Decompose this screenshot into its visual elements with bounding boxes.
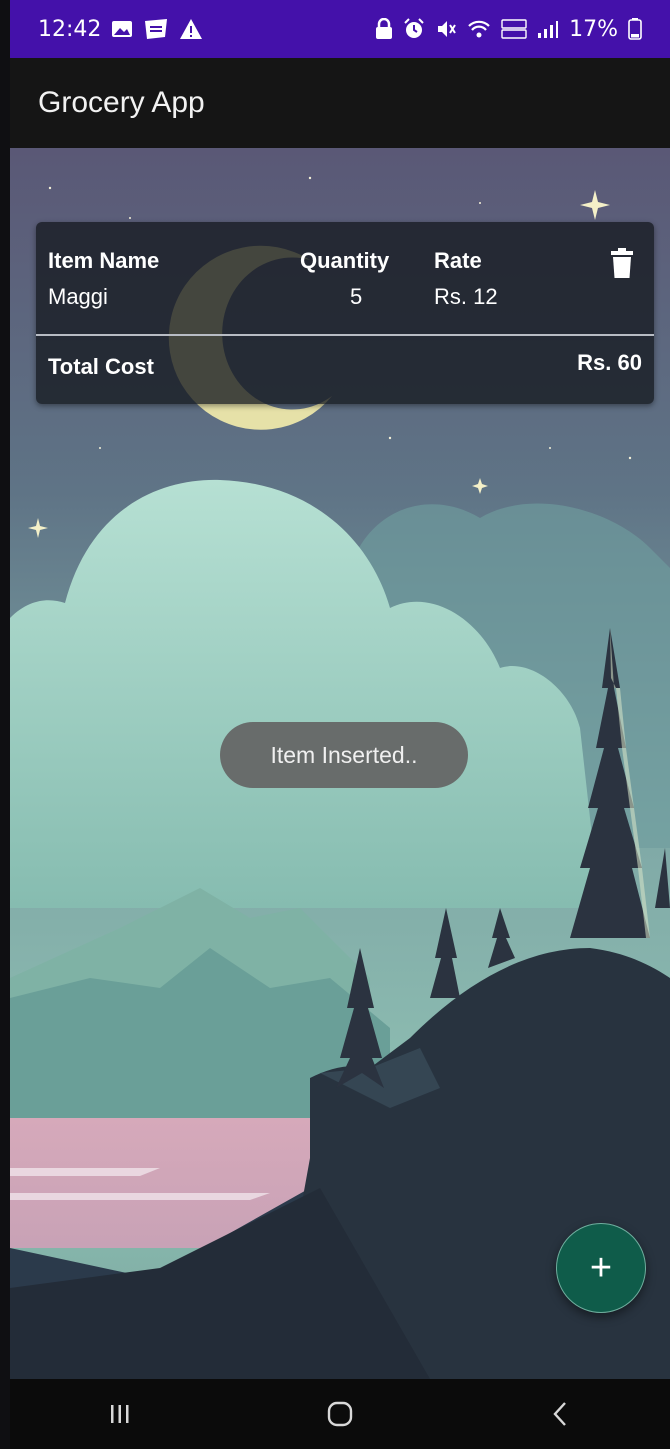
grocery-item-card: Item Name Quantity Rate Maggi 5 Rs. 12 T… — [36, 222, 654, 404]
volte-icon — [501, 18, 527, 40]
add-icon: + — [589, 1246, 613, 1289]
navigation-bar — [10, 1379, 670, 1449]
header-rate: Rate — [434, 248, 482, 273]
wifi-icon — [467, 19, 491, 39]
status-left: 12:42 — [38, 17, 203, 42]
total-cost-label: Total Cost — [48, 354, 154, 379]
header-quantity: Quantity — [300, 248, 390, 273]
header-item-name: Item Name — [48, 248, 160, 273]
status-right: 17% — [375, 17, 642, 42]
toast-message: Item Inserted.. — [220, 722, 468, 788]
total-cost-value: Rs. 60 — [577, 350, 642, 375]
item-quantity-value: 5 — [350, 284, 363, 309]
toast-text: Item Inserted.. — [270, 741, 418, 768]
home-button[interactable] — [290, 1384, 390, 1444]
back-button[interactable] — [510, 1384, 610, 1444]
battery-icon — [628, 18, 642, 40]
list-item[interactable]: Maggi 5 Rs. 12 — [36, 284, 654, 314]
gallery-icon — [111, 19, 133, 39]
alarm-icon — [403, 18, 425, 40]
webtoon-icon — [143, 18, 169, 40]
signal-icon — [537, 19, 559, 39]
item-rate-value: Rs. 12 — [434, 284, 498, 309]
trash-icon — [611, 248, 633, 278]
card-divider — [36, 334, 654, 336]
delete-button[interactable] — [610, 246, 634, 280]
mute-icon — [435, 18, 457, 40]
recents-button[interactable] — [70, 1384, 170, 1444]
card-header-row: Item Name Quantity Rate — [36, 248, 654, 278]
item-name-value: Maggi — [48, 284, 108, 309]
warning-icon — [179, 18, 203, 40]
status-bar: 12:42 17% — [10, 0, 670, 58]
total-row: Total Cost Rs. 60 — [36, 350, 654, 384]
status-time: 12:42 — [38, 16, 102, 42]
app-bar: Grocery App — [10, 58, 670, 148]
app-title: Grocery App — [38, 86, 205, 119]
battery-text: 17% — [569, 16, 618, 42]
back-icon — [553, 1402, 566, 1426]
add-item-button[interactable]: + — [556, 1223, 646, 1313]
content-area: Item Name Quantity Rate Maggi 5 Rs. 12 T… — [10, 148, 670, 1379]
home-icon — [327, 1401, 353, 1427]
recents-icon — [111, 1405, 129, 1423]
lock-icon — [375, 18, 393, 40]
